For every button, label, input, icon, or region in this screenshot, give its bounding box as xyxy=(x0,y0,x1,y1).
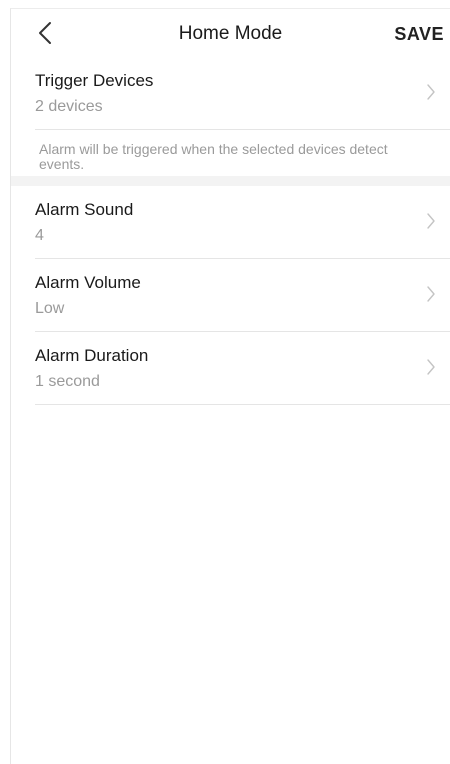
alarm-sound-value: 4 xyxy=(35,227,44,244)
section-divider xyxy=(11,176,450,186)
nav-bar: Home Mode SAVE xyxy=(11,9,450,57)
chevron-right-icon xyxy=(427,84,435,100)
alarm-duration-label: Alarm Duration xyxy=(35,346,149,365)
chevron-right-icon xyxy=(427,359,435,375)
trigger-devices-row[interactable]: Trigger Devices 2 devices xyxy=(35,57,450,130)
alarm-duration-value: 1 second xyxy=(35,373,100,390)
trigger-hint-text: Alarm will be triggered when the selecte… xyxy=(39,141,388,172)
alarm-volume-value: Low xyxy=(35,300,65,317)
alarm-sound-row[interactable]: Alarm Sound 4 xyxy=(35,186,450,259)
chevron-right-icon xyxy=(427,286,435,302)
screen: Home Mode SAVE Trigger Devices 2 devices… xyxy=(10,8,450,764)
alarm-sound-label: Alarm Sound xyxy=(35,200,134,219)
chevron-right-icon xyxy=(427,213,435,229)
trigger-devices-label: Trigger Devices xyxy=(35,71,154,90)
trigger-devices-value: 2 devices xyxy=(35,98,103,115)
alarm-duration-row[interactable]: Alarm Duration 1 second xyxy=(35,332,450,405)
alarm-volume-label: Alarm Volume xyxy=(35,273,141,292)
alarm-volume-row[interactable]: Alarm Volume Low xyxy=(35,259,450,332)
save-button[interactable]: SAVE xyxy=(394,23,444,45)
page-title: Home Mode xyxy=(178,23,283,44)
